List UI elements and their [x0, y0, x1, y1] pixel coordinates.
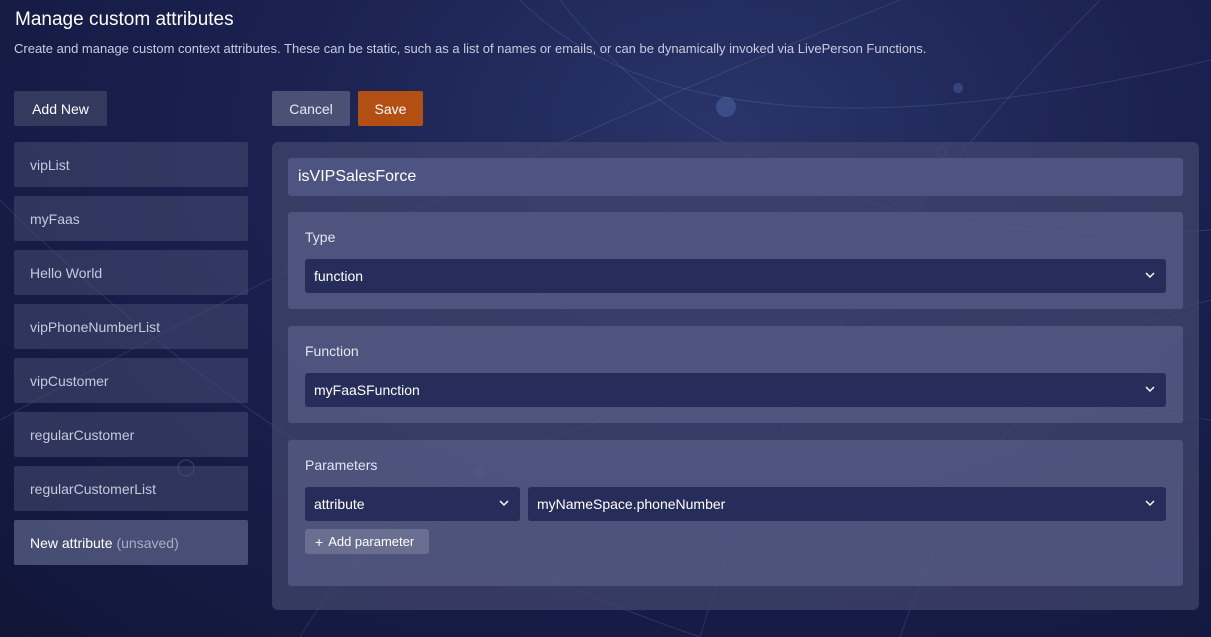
sidebar-item-new-attribute[interactable]: New attribute (unsaved) [14, 520, 248, 565]
sidebar-item-hello-world[interactable]: Hello World [14, 250, 248, 295]
function-select-value: myFaaSFunction [314, 382, 420, 398]
add-new-button[interactable]: Add New [14, 91, 107, 126]
type-select-value: function [314, 268, 364, 284]
sidebar-item-label: myFaas [30, 210, 80, 227]
sidebar-item-vipphonenumberlist[interactable]: vipPhoneNumberList [14, 304, 248, 349]
page-subtitle: Create and manage custom context attribu… [14, 41, 927, 56]
sidebar-item-label: New attribute [30, 534, 113, 551]
parameter-source-value: attribute [314, 496, 365, 512]
chevron-down-icon [1145, 386, 1155, 393]
sidebar-item-label: regularCustomer [30, 426, 135, 443]
function-select[interactable]: myFaaSFunction [305, 373, 1166, 407]
sidebar-item-label: vipList [30, 156, 70, 173]
sidebar-item-label: vipPhoneNumberList [30, 318, 160, 335]
parameters-label: Parameters [305, 457, 378, 473]
sidebar-item-label: vipCustomer [30, 372, 109, 389]
sidebar-item-vipcustomer[interactable]: vipCustomer [14, 358, 248, 403]
attribute-list: vipList myFaas Hello World vipPhoneNumbe… [14, 142, 248, 574]
sidebar-item-viplist[interactable]: vipList [14, 142, 248, 187]
type-select[interactable]: function [305, 259, 1166, 293]
parameter-value-select[interactable]: myNameSpace.phoneNumber [528, 487, 1166, 521]
plus-icon: + [315, 533, 324, 550]
unsaved-indicator: (unsaved) [116, 534, 179, 551]
sidebar-item-label: regularCustomerList [30, 480, 157, 497]
attribute-name-input[interactable]: isVIPSalesForce [288, 158, 1183, 196]
type-label: Type [305, 229, 336, 245]
chevron-down-icon [1145, 272, 1155, 279]
chevron-down-icon [1145, 500, 1155, 507]
sidebar-item-myfaas[interactable]: myFaas [14, 196, 248, 241]
sidebar-item-regularcustomer[interactable]: regularCustomer [14, 412, 248, 457]
chevron-down-icon [499, 500, 509, 507]
sidebar-item-label: Hello World [30, 264, 103, 281]
add-parameter-label: Add parameter [328, 534, 415, 549]
parameters-section: Parameters attribute myNameSpace.phoneNu… [288, 440, 1183, 586]
page-title: Manage custom attributes [15, 9, 234, 30]
cancel-button[interactable]: Cancel [272, 91, 350, 126]
type-section: Type function [288, 212, 1183, 309]
parameter-source-select[interactable]: attribute [305, 487, 520, 521]
sidebar-item-regularcustomerlist[interactable]: regularCustomerList [14, 466, 248, 511]
save-button[interactable]: Save [358, 91, 423, 126]
function-label: Function [305, 343, 359, 359]
attribute-editor-panel: isVIPSalesForce Type function Function m… [272, 142, 1199, 610]
function-section: Function myFaaSFunction [288, 326, 1183, 423]
add-parameter-button[interactable]: + Add parameter [305, 529, 429, 554]
parameter-value: myNameSpace.phoneNumber [537, 496, 726, 512]
